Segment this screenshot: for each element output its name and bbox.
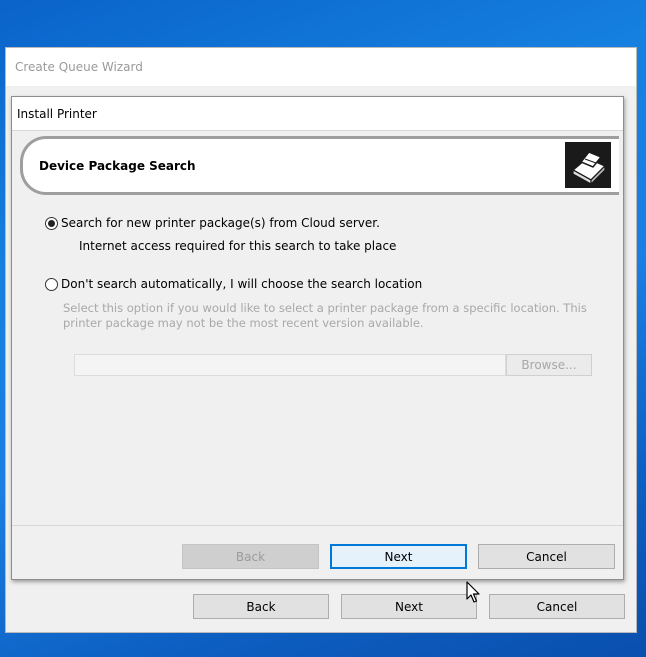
mouse-cursor-icon (466, 581, 480, 603)
option-manual-label: Don't search automatically, I will choos… (61, 277, 423, 291)
cancel-button[interactable]: Cancel (478, 544, 615, 569)
next-button[interactable]: Next (330, 544, 467, 569)
option-cloud-label: Search for new printer package(s) from C… (61, 216, 380, 230)
option-cloud-search[interactable]: Search for new printer package(s) from C… (45, 216, 380, 230)
install-printer-dialog: Install Printer Device Package Search Se… (11, 96, 624, 580)
package-path-input[interactable] (74, 354, 506, 376)
radio-manual-search[interactable] (45, 277, 58, 291)
option-manual-note-line2: printer package may not be the most rece… (63, 316, 424, 330)
option-cloud-note: Internet access required for this search… (79, 239, 397, 253)
radio-cloud-search[interactable] (45, 216, 58, 230)
option-manual-search[interactable]: Don't search automatically, I will choos… (45, 277, 422, 291)
printer-icon (565, 142, 611, 188)
back-button[interactable]: Back (182, 544, 319, 569)
browse-button[interactable]: Browse... (506, 354, 592, 376)
outer-cancel-button[interactable]: Cancel (489, 594, 625, 619)
dialog-title: Install Printer (12, 97, 623, 131)
outer-back-button[interactable]: Back (193, 594, 329, 619)
outer-window-title: Create Queue Wizard (6, 48, 636, 86)
outer-next-button[interactable]: Next (341, 594, 477, 619)
header-title: Device Package Search (39, 159, 196, 173)
option-manual-note-line1: Select this option if you would like to … (63, 301, 587, 315)
option-manual-note: Select this option if you would like to … (63, 301, 587, 331)
header-banner: Device Package Search (20, 136, 619, 195)
footer-separator (12, 525, 623, 526)
